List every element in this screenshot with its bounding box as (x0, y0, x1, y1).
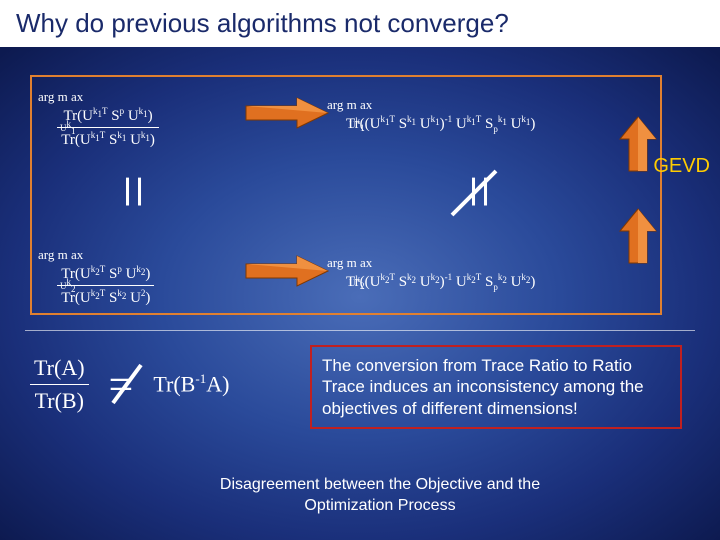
arrow-right-bottom-icon (242, 253, 332, 289)
equals-left-icon: = (98, 175, 167, 209)
not-equal-slash-icon (444, 165, 504, 225)
bottom-inequality: Tr(A) Tr(B) = Tr(B-1A) (30, 355, 229, 414)
eq-bottom-right: arg m axUk2 Tr((Uk2T Sk2 Uk2)-1 Uk2T Spk… (327, 255, 535, 292)
gevd-label: GEVD (653, 155, 710, 178)
divider (25, 330, 695, 331)
caption: Disagreement between the Objective and t… (180, 475, 580, 517)
explanation-box: The conversion from Trace Ratio to Ratio… (310, 345, 682, 429)
eq-top-right: arg m axUk1 Tr((Uk1T Sk1 Uk1)-1 Uk1T Spk… (327, 97, 535, 134)
eq-top-left: arg m axUk1 Tr(Uk1T Sp Uk1) Tr(Uk1T Sk1 … (38, 89, 159, 149)
arrow-up-bottom-icon (618, 207, 658, 267)
main-boxed-region: arg m axUk1 Tr(Uk1T Sp Uk1) Tr(Uk1T Sk1 … (30, 75, 662, 315)
slide-title: Why do previous algorithms not converge? (0, 0, 720, 47)
eq-bottom-left: arg m axUk2 Tr(Uk2T Sp Uk2) Tr(Uk2T Sk2 … (38, 247, 154, 307)
arrow-right-top-icon (242, 95, 332, 131)
arrow-up-top-icon (618, 115, 658, 175)
not-equal-icon: = (109, 359, 134, 410)
